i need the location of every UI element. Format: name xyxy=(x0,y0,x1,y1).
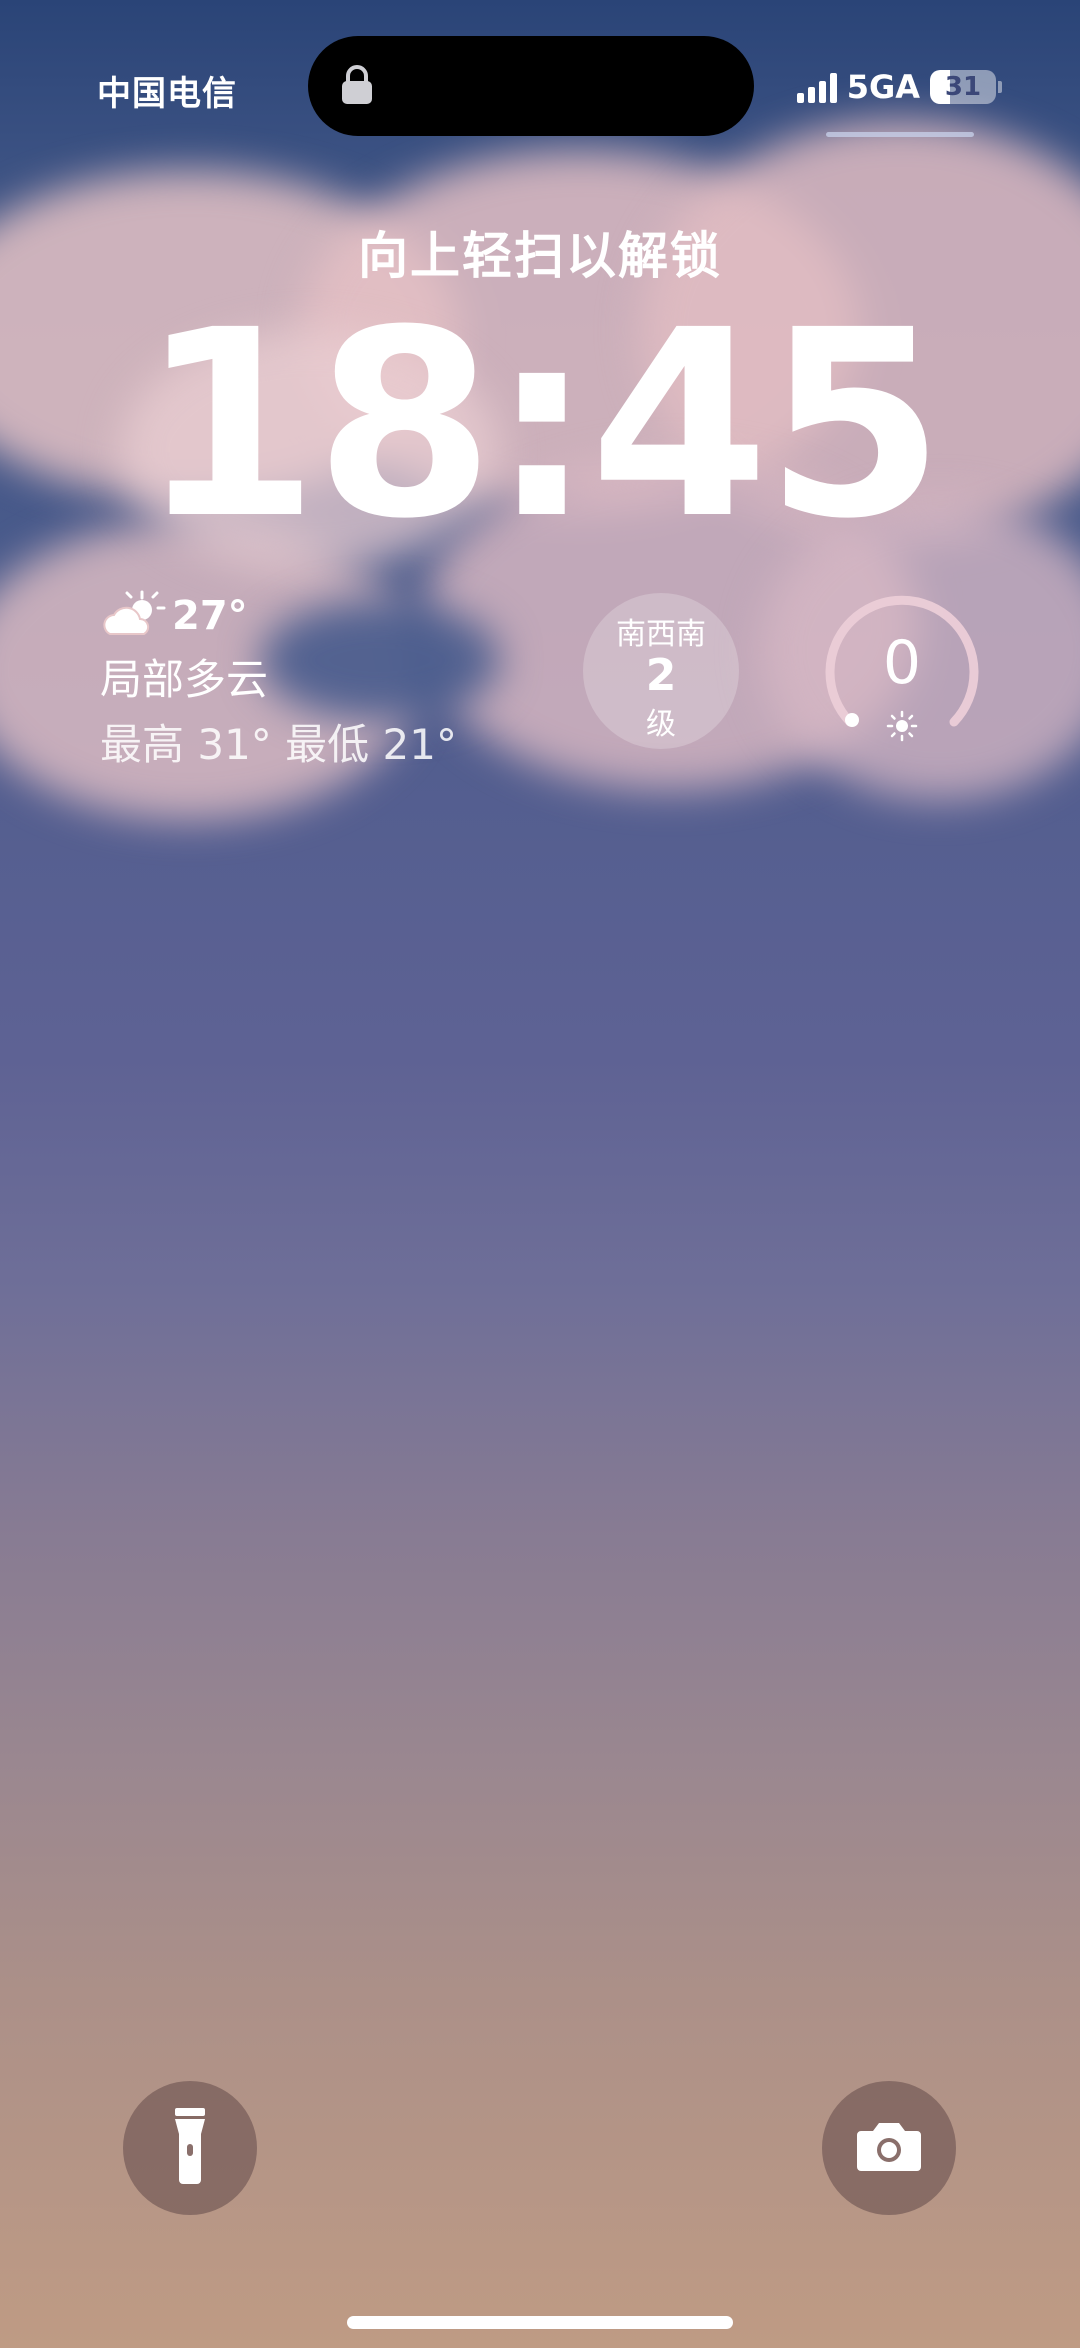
lock-icon xyxy=(340,64,374,110)
weather-condition: 局部多云 xyxy=(100,655,269,704)
wind-level: 2 xyxy=(645,650,677,701)
wind-direction: 南西南 xyxy=(616,617,706,652)
home-indicator[interactable] xyxy=(347,2316,733,2329)
control-center-indicator[interactable] xyxy=(826,132,974,137)
signal-strength-icon xyxy=(796,71,837,103)
network-type: 5GA xyxy=(846,68,920,106)
dynamic-island xyxy=(308,36,754,136)
wind-unit: 级 xyxy=(646,707,676,742)
battery-percent: 31 xyxy=(944,72,982,102)
wind-widget[interactable]: 南西南 2 级 xyxy=(583,593,739,749)
flashlight-icon xyxy=(173,2106,207,2190)
temperature-range: 最高 31° 最低 21° xyxy=(100,720,457,769)
clock-time: 18:45 xyxy=(139,275,944,575)
uv-index-widget[interactable]: 0 xyxy=(822,592,982,752)
partly-cloudy-icon xyxy=(100,588,168,644)
carrier-name: 中国电信 xyxy=(97,74,237,114)
flashlight-button[interactable] xyxy=(123,2081,257,2215)
camera-button[interactable] xyxy=(822,2081,956,2215)
status-indicators: 5GA 31 xyxy=(796,66,1002,108)
battery-cap xyxy=(998,81,1002,93)
battery-icon: 31 xyxy=(930,70,996,104)
lock-screen[interactable]: 中国电信 5GA 31 向上轻扫以解锁 18:45 27° 局部多云 最高 31… xyxy=(0,0,1080,2348)
camera-icon xyxy=(855,2119,923,2177)
current-temperature: 27° xyxy=(172,593,248,639)
uv-value: 0 xyxy=(882,628,922,698)
weather-widget[interactable]: 27° 局部多云 最高 31° 最低 21° xyxy=(100,590,457,772)
sun-icon xyxy=(886,710,918,746)
